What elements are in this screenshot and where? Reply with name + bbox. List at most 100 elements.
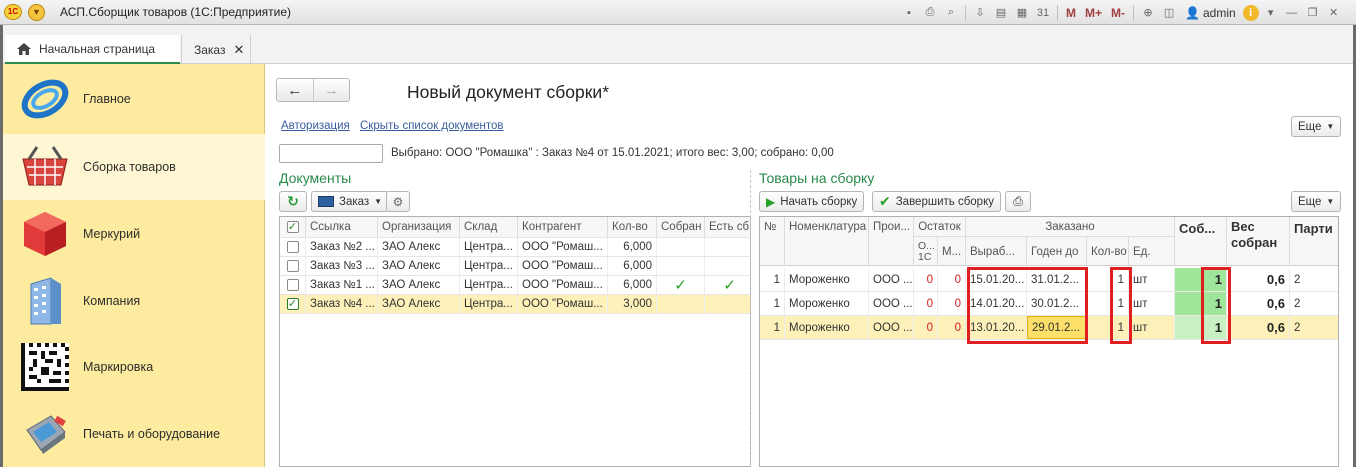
chevron-down-icon[interactable]: ▾ [1262, 4, 1280, 22]
panel-divider[interactable] [750, 170, 751, 467]
user-menu[interactable]: 👤 admin [1181, 6, 1240, 20]
cell-has [705, 238, 750, 256]
col-header-party[interactable]: Парти [1290, 217, 1338, 266]
sidebar-item-label: Главное [83, 92, 131, 106]
table-row[interactable]: Заказ №3 ... ЗАО Алекс Центра... ООО "Ро… [280, 257, 750, 276]
cube-icon [19, 208, 71, 260]
sidebar-item-print[interactable]: Печать и оборудование [3, 401, 265, 467]
cell-qty: 3,000 [608, 295, 657, 313]
cell-unit: шт [1129, 292, 1175, 315]
forward-arrow-icon[interactable]: → [312, 79, 350, 101]
main-menu-icon[interactable]: ▼ [28, 4, 45, 21]
sidebar-item-main[interactable]: Главное [3, 66, 265, 132]
preview-icon[interactable]: ⌕ [942, 4, 960, 22]
col-header-has[interactable]: Есть сб [705, 217, 750, 237]
cell-rem-m: 0 [938, 292, 966, 315]
sidebar-item-assembly[interactable]: Сборка товаров [3, 134, 265, 200]
printer-icon: ⎙ [1013, 194, 1023, 208]
table-row[interactable]: Заказ №2 ... ЗАО Алекс Центра... ООО "Ро… [280, 238, 750, 257]
table-header: ✓ Ссылка Организация Склад Контрагент Ко… [280, 217, 750, 238]
cell-num: 1 [760, 268, 785, 291]
order-select-button[interactable]: Заказ ▼ [311, 191, 390, 212]
table-row-selected[interactable]: ✓ Заказ №4 ... ЗАО Алекс Центра... ООО "… [280, 295, 750, 314]
col-header-collected[interactable]: Собран [657, 217, 705, 237]
table-row[interactable]: Заказ №1 ... ЗАО Алекс Центра... ООО "Ро… [280, 276, 750, 295]
col-header-produced[interactable]: Выраб... [966, 237, 1027, 266]
col-header-unit[interactable]: Ед. [1129, 237, 1175, 266]
start-assembly-button[interactable]: ▶ Начать сборку [759, 191, 865, 212]
cell-org: ЗАО Алекс [378, 257, 460, 275]
cell-collected [657, 238, 705, 256]
doc-icon[interactable]: ▤ [992, 4, 1010, 22]
memory-plus-button[interactable]: M+ [1082, 4, 1105, 22]
info-icon[interactable]: i [1242, 4, 1259, 21]
auth-link[interactable]: Авторизация [281, 120, 350, 132]
sidebar-item-mercury[interactable]: Меркурий [3, 201, 265, 267]
col-header-ordered[interactable]: Заказано [966, 217, 1175, 237]
selected-info: Выбрано: ООО "Ромашка" : Заказ №4 от 15.… [391, 147, 834, 159]
close-icon[interactable]: ✕ [1325, 4, 1343, 22]
hide-docs-link[interactable]: Скрыть список документов [360, 120, 504, 132]
tab-home[interactable]: Начальная страница [5, 35, 180, 64]
col-header-qty[interactable]: Кол-во [608, 217, 657, 237]
col-header-collected[interactable]: Соб... [1175, 217, 1227, 266]
tab-order[interactable]: Заказ ✕ [181, 35, 251, 64]
print-icon[interactable]: ⎙ [921, 4, 939, 22]
search-input[interactable] [279, 144, 383, 163]
finish-assembly-label: Завершить сборку [895, 195, 994, 208]
calendar-icon[interactable]: 31 [1034, 4, 1052, 22]
refresh-button[interactable]: ↻ [279, 191, 307, 212]
settings-button[interactable]: ⚙ [386, 191, 410, 212]
col-header-producer[interactable]: Прои... [869, 217, 914, 266]
sidebar-item-label: Компания [83, 294, 141, 308]
payment-terminal-icon [19, 408, 71, 460]
tab-order-label: Заказ [194, 42, 226, 57]
link-icon[interactable]: ⇩ [971, 4, 989, 22]
restore-icon[interactable]: ❐ [1304, 4, 1322, 22]
minimize-icon[interactable]: — [1283, 4, 1301, 22]
toolbar-separator [965, 4, 966, 21]
app-title: АСП.Сборщик товаров (1С:Предприятие) [60, 5, 292, 19]
memory-minus-button[interactable]: M- [1108, 4, 1128, 22]
col-header-remainder[interactable]: Остаток [914, 217, 966, 237]
col-header-weight[interactable]: Вес собран [1227, 217, 1290, 266]
cell-producer: ООО ... [869, 292, 914, 315]
more-button-goods[interactable]: Еще ▼ [1291, 191, 1342, 212]
zoom-icon[interactable]: ⊕ [1139, 4, 1157, 22]
cell-ref: Заказ №1 ... [306, 276, 378, 294]
cell-rem-1c: 0 [914, 316, 938, 339]
cell-has: ✓ [705, 276, 750, 294]
col-header-ref[interactable]: Ссылка [306, 217, 378, 237]
col-header-qty[interactable]: Кол-во [1087, 237, 1129, 266]
row-checkbox[interactable]: ✓ [280, 295, 306, 313]
save-icon[interactable]: ▪ [900, 4, 918, 22]
main-content: ← → Новый документ сборки* Авторизация С… [265, 64, 1353, 467]
col-header-num[interactable]: № [760, 217, 785, 266]
col-header-rem-1c[interactable]: О... 1С [914, 237, 938, 266]
more-button-top[interactable]: Еще ▼ [1291, 116, 1342, 137]
col-header-rem-m[interactable]: М... [938, 237, 966, 266]
select-all-checkbox[interactable]: ✓ [280, 217, 306, 237]
documents-table: ✓ Ссылка Организация Склад Контрагент Ко… [279, 216, 751, 467]
cell-weight: 0,6 [1227, 292, 1290, 315]
col-header-org[interactable]: Организация [378, 217, 460, 237]
cell-partner: ООО "Ромаш... [518, 257, 608, 275]
finish-assembly-button[interactable]: ✔ Завершить сборку [872, 191, 1001, 212]
col-header-valid[interactable]: Годен до [1027, 237, 1087, 266]
col-header-stock[interactable]: Склад [460, 217, 518, 237]
memory-m-button[interactable]: M [1063, 4, 1079, 22]
row-checkbox[interactable] [280, 257, 306, 275]
tab-close-icon[interactable]: ✕ [233, 42, 244, 58]
cell-rem-1c: 0 [914, 268, 938, 291]
row-checkbox[interactable] [280, 276, 306, 294]
back-arrow-icon[interactable]: ← [277, 79, 313, 101]
calculator-icon[interactable]: ▦ [1013, 4, 1031, 22]
print-button[interactable]: ⎙ [1005, 191, 1031, 212]
col-header-nomenclature[interactable]: Номенклатура [785, 217, 869, 266]
col-header-partner[interactable]: Контрагент [518, 217, 608, 237]
sidebar-item-company[interactable]: Компания [3, 268, 265, 334]
sidebar-item-marking[interactable]: Маркировка [3, 334, 265, 400]
sidebar: Главное Сборка товаров Меркурий Компания… [3, 64, 265, 467]
row-checkbox[interactable] [280, 238, 306, 256]
panel-icon[interactable]: ◫ [1160, 4, 1178, 22]
